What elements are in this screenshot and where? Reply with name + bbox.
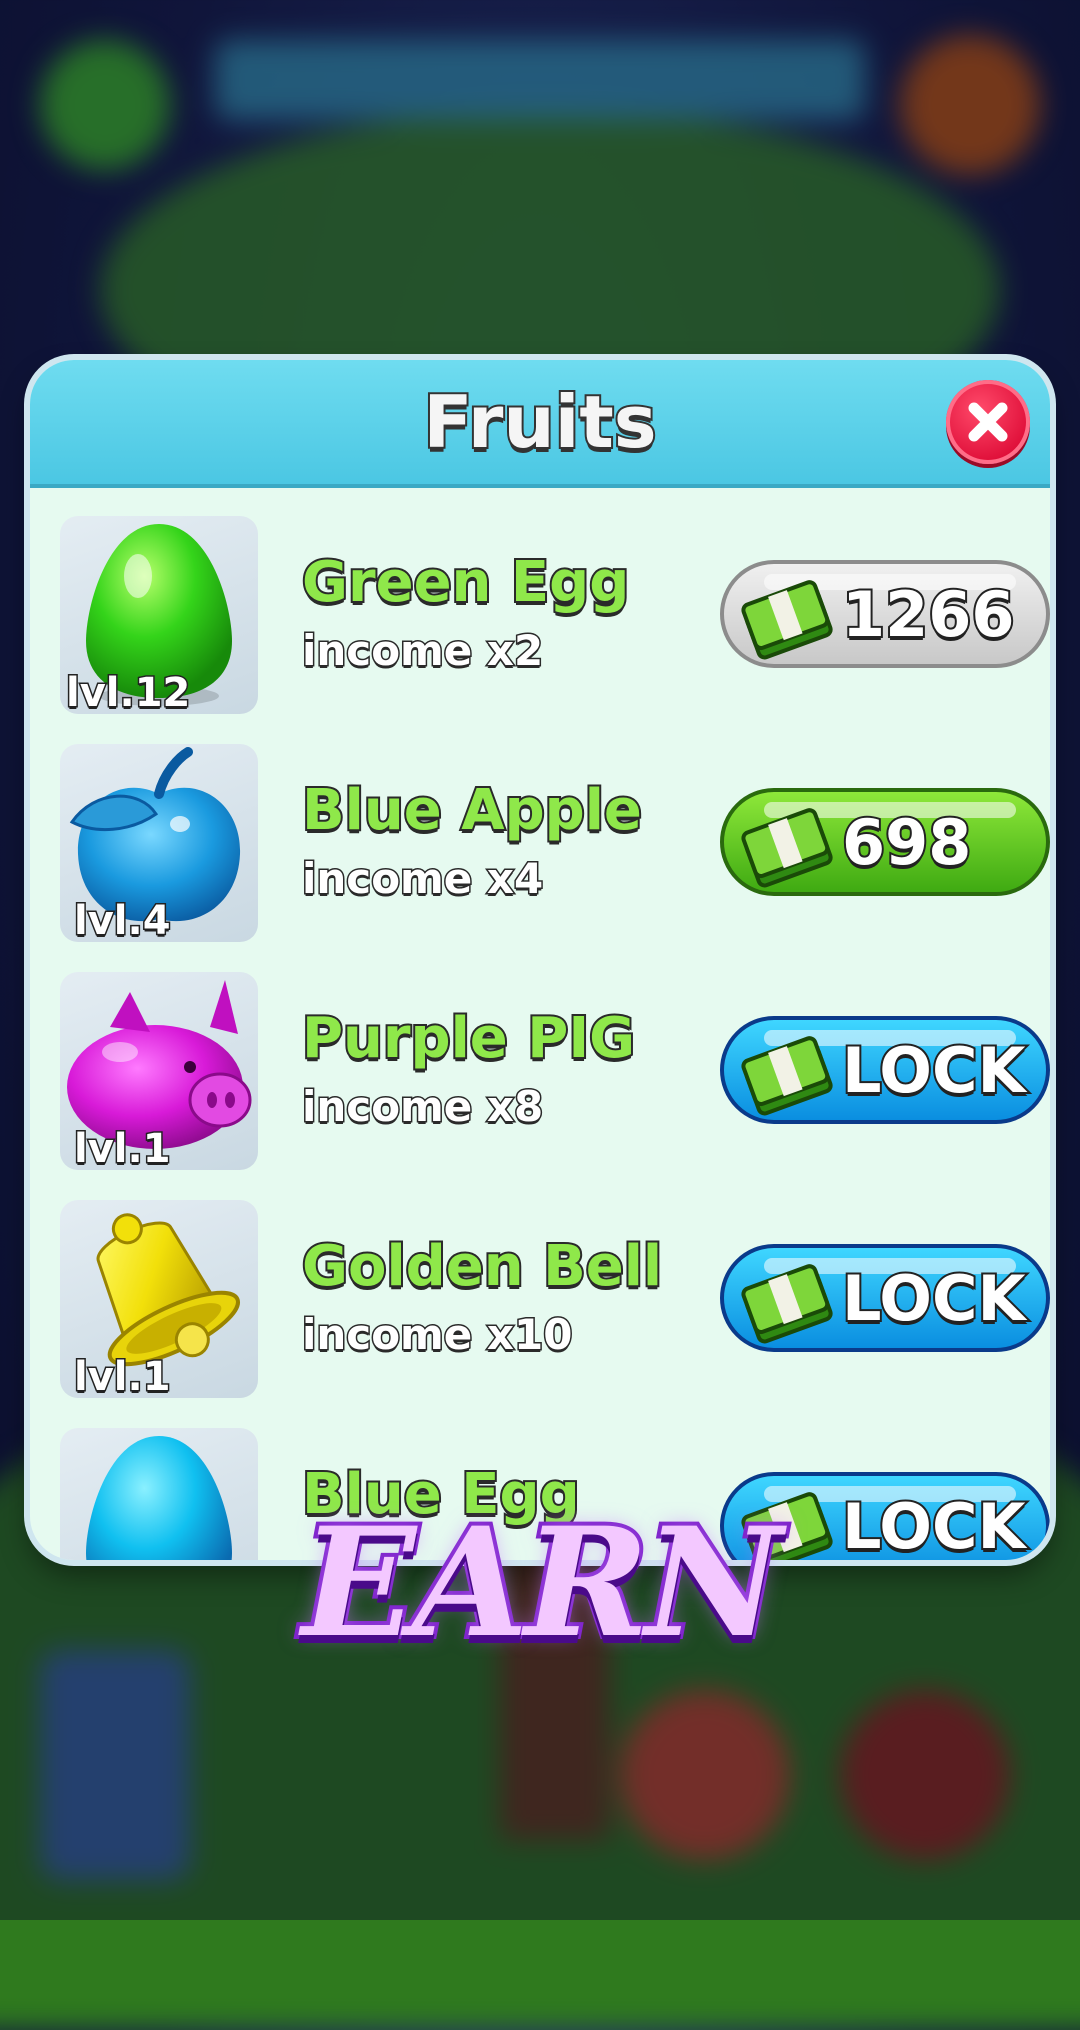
item-thumbnail: lvl.12: [60, 516, 258, 714]
close-x-icon: [968, 402, 1008, 442]
button-label: 1266: [840, 576, 1017, 653]
item-thumbnail: lvl.1: [60, 1200, 258, 1398]
item-name: Blue Apple: [300, 776, 644, 845]
panel-title: Fruits: [421, 378, 658, 466]
cash-icon: [741, 808, 833, 888]
close-button[interactable]: [946, 380, 1030, 464]
fruits-panel: Fruits lvl.12 Green Egg income x2 1266 l…: [30, 360, 1050, 1560]
lock-button[interactable]: LOCK: [720, 1244, 1050, 1352]
earn-banner: EARN: [298, 1491, 786, 1675]
item-name: Golden Bell: [300, 1232, 664, 1301]
item-level: lvl.4: [73, 897, 173, 943]
item-name: Purple PIG: [300, 1004, 637, 1073]
button-label: LOCK: [840, 1032, 1028, 1109]
fruit-row-purple-pig: lvl.1 Purple PIG income x8 LOCK: [60, 972, 1050, 1172]
lock-button[interactable]: LOCK: [720, 1016, 1050, 1124]
cash-icon: [741, 1264, 833, 1344]
cash-icon: [741, 580, 833, 660]
item-thumbnail: lvl.4: [60, 744, 258, 942]
fruit-row-blue-apple: lvl.4 Blue Apple income x4 698: [60, 744, 1050, 944]
button-label: 698: [840, 804, 973, 881]
item-name: Green Egg: [300, 548, 631, 617]
item-level: lvl.12: [64, 669, 191, 715]
fruit-list[interactable]: lvl.12 Green Egg income x2 1266 lvl.4 Bl…: [30, 484, 1050, 1560]
item-level: lvl.1: [73, 1353, 173, 1399]
item-income: income x8: [300, 1081, 544, 1133]
fruit-row-green-egg: lvl.12 Green Egg income x2 1266: [60, 516, 1050, 716]
item-thumbnail: lvl.1: [60, 972, 258, 1170]
cash-icon: [741, 1036, 833, 1116]
buy-button[interactable]: 698: [720, 788, 1050, 896]
fruit-row-golden-bell: lvl.1 Golden Bell income x10 LOCK: [60, 1200, 1050, 1400]
panel-header: Fruits: [30, 360, 1050, 488]
item-income: income x10: [300, 1309, 573, 1361]
item-income: income x2: [300, 625, 544, 677]
item-level: lvl.1: [73, 1125, 173, 1171]
button-label: LOCK: [840, 1260, 1028, 1337]
item-income: income x4: [300, 853, 544, 905]
buy-button-disabled[interactable]: 1266: [720, 560, 1050, 668]
